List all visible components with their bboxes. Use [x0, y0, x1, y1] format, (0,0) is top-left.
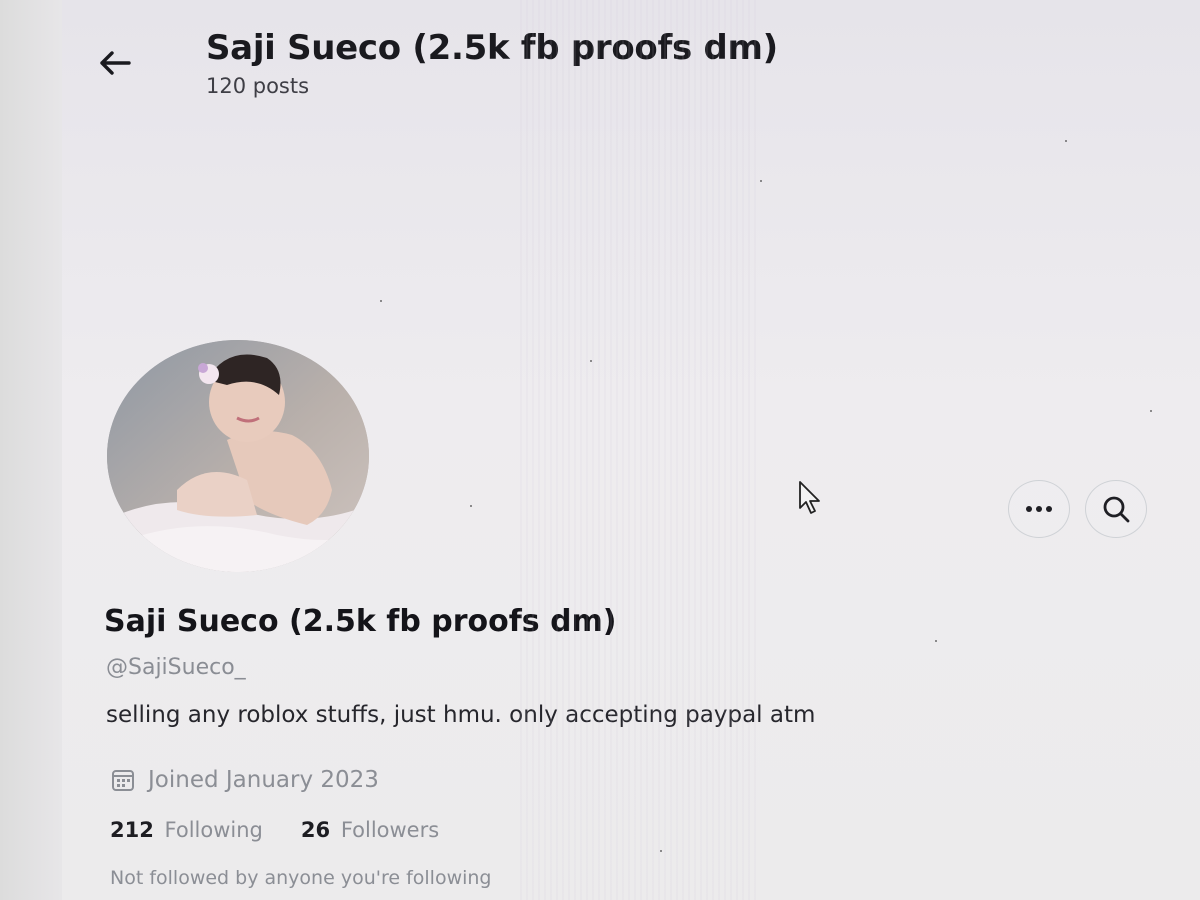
followers-count: 26 [300, 818, 331, 842]
joined-date: Joined January 2023 [110, 764, 379, 796]
following-label: Following [164, 818, 263, 842]
profile-photo [107, 340, 369, 572]
screen-speck [1065, 140, 1067, 142]
follow-stats: 212 Following 26 Followers [110, 818, 439, 842]
profile-bio: selling any roblox stuffs, just hmu. onl… [106, 702, 816, 728]
screen-speck [660, 850, 662, 852]
followers-label: Followers [340, 818, 440, 842]
search-button[interactable] [1085, 480, 1147, 538]
mouse-cursor-icon [799, 481, 820, 514]
post-count: 120 posts [206, 74, 310, 98]
following-count: 212 [110, 818, 154, 842]
screen-speck [1150, 410, 1152, 412]
arrow-left-icon [100, 51, 131, 75]
screen-speck [380, 300, 382, 302]
profile-screen: Saji Sueco (2.5k fb proofs dm) 120 posts [0, 0, 1200, 900]
following-link[interactable]: 212 Following [110, 818, 263, 842]
back-button[interactable] [92, 40, 138, 86]
not-followed-note: Not followed by anyone you're following [110, 867, 492, 889]
header-title: Saji Sueco (2.5k fb proofs dm) [206, 28, 778, 68]
username-handle: @SajiSueco_ [106, 655, 246, 680]
screen-speck [760, 180, 762, 182]
followers-link[interactable]: 26 Followers [301, 818, 439, 842]
profile-header: Saji Sueco (2.5k fb proofs dm) 120 posts [0, 0, 1200, 110]
screen-speck [935, 640, 937, 642]
screen-speck [590, 360, 592, 362]
more-options-icon [1026, 506, 1052, 512]
joined-text: Joined January 2023 [148, 767, 379, 793]
search-icon [1103, 496, 1130, 523]
screen-speck [470, 505, 472, 507]
more-options-button[interactable] [1008, 480, 1070, 538]
avatar[interactable] [107, 340, 369, 572]
calendar-icon [112, 770, 134, 791]
display-name: Saji Sueco (2.5k fb proofs dm) [104, 604, 617, 639]
